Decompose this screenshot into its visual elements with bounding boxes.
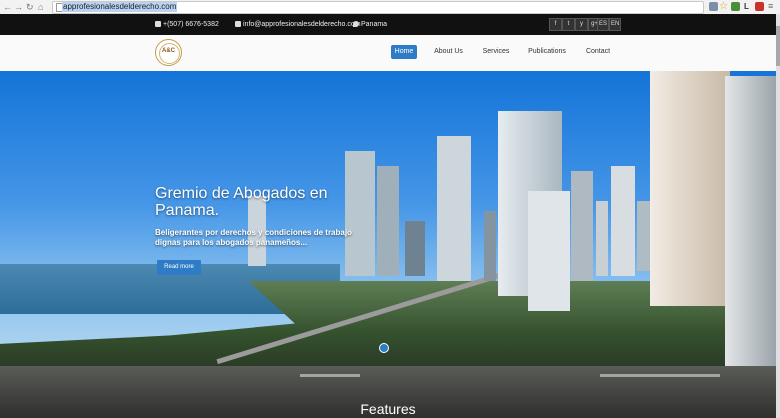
email-info[interactable]: info@approfesionalesdelderecho.com bbox=[235, 20, 361, 29]
mail-icon bbox=[235, 21, 241, 27]
contact-bar: +(507) 6676-5382 info@approfesionalesdel… bbox=[0, 14, 776, 35]
nav-about-us[interactable]: About Us bbox=[432, 45, 465, 59]
lang-es-button[interactable]: ES bbox=[597, 18, 610, 31]
ceiling-light-image bbox=[600, 374, 720, 377]
hero-title: Gremio de Abogados en Panama. bbox=[155, 185, 328, 219]
address-bar[interactable]: approfesionalesdelderecho.com bbox=[52, 1, 704, 14]
translate-icon[interactable] bbox=[709, 2, 718, 11]
lang-en-button[interactable]: EN bbox=[609, 18, 622, 31]
facebook-icon[interactable]: f bbox=[549, 18, 562, 31]
back-icon[interactable]: ← bbox=[3, 1, 12, 13]
nav-publications[interactable]: Publications bbox=[527, 45, 567, 59]
site-header: A&C Home About Us Services Publications … bbox=[0, 35, 776, 72]
phone-info: +(507) 6676-5382 bbox=[155, 20, 219, 29]
nav-contact[interactable]: Contact bbox=[584, 45, 612, 59]
slider-dot[interactable] bbox=[379, 343, 389, 353]
menu-icon[interactable]: ≡ bbox=[768, 2, 777, 11]
hero-slider: Gremio de Abogados en Panama. Beligerant… bbox=[0, 71, 776, 366]
home-icon[interactable]: ⌂ bbox=[38, 1, 43, 13]
read-more-button[interactable]: Read more bbox=[157, 260, 201, 275]
profile-letter-icon[interactable]: L bbox=[744, 2, 753, 11]
site-logo[interactable]: A&C bbox=[155, 39, 182, 66]
phone-text: +(507) 6676-5382 bbox=[163, 21, 219, 28]
scrollbar-thumb[interactable] bbox=[776, 26, 780, 66]
browser-toolbar: ← → ↻ ⌂ approfesionalesdelderecho.com ☆ … bbox=[0, 0, 780, 15]
features-section: Features bbox=[0, 366, 776, 418]
address-text[interactable]: approfesionalesdelderecho.com bbox=[62, 2, 178, 12]
reload-icon[interactable]: ↻ bbox=[26, 1, 34, 13]
map-pin-icon bbox=[353, 21, 359, 27]
twitter-icon[interactable]: t bbox=[562, 18, 575, 31]
location-info: Panama bbox=[353, 20, 387, 29]
nav-services[interactable]: Services bbox=[481, 45, 511, 59]
nav-home[interactable]: Home bbox=[391, 45, 417, 59]
extension-icon[interactable] bbox=[731, 2, 740, 11]
page-scrollbar[interactable] bbox=[776, 14, 780, 418]
logo-text: A&C bbox=[162, 48, 175, 54]
ceiling-light-image bbox=[300, 374, 360, 377]
phone-icon bbox=[155, 21, 161, 27]
extension-badge-icon[interactable] bbox=[755, 2, 764, 11]
hero-subtitle: Beligerantes por derechos y condiciones … bbox=[155, 228, 352, 247]
location-text: Panama bbox=[361, 21, 388, 28]
bookmark-star-icon[interactable]: ☆ bbox=[719, 2, 728, 12]
email-text[interactable]: info@approfesionalesdelderecho.com bbox=[243, 21, 361, 28]
youtube-icon[interactable]: y bbox=[575, 18, 588, 31]
features-title: Features bbox=[360, 401, 416, 417]
forward-icon[interactable]: → bbox=[14, 1, 23, 13]
